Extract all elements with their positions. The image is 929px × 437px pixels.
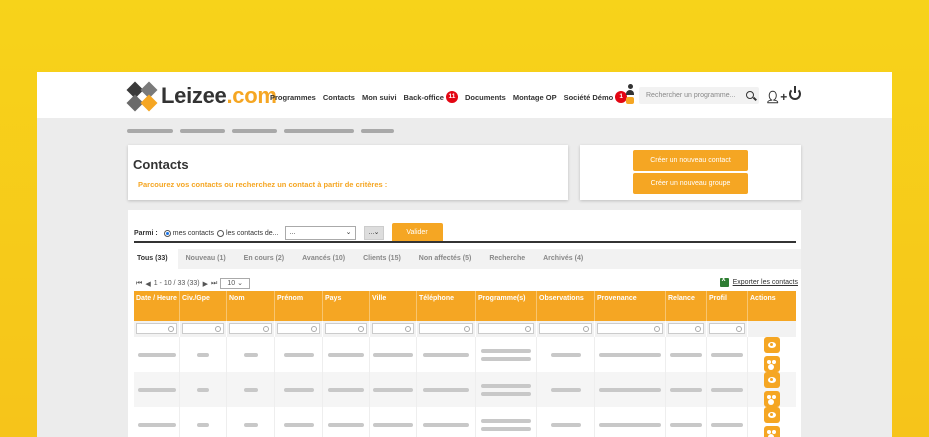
tab-clients[interactable]: Clients (15) <box>354 249 410 269</box>
filter-cell[interactable] <box>666 321 707 337</box>
filter-cell[interactable] <box>707 321 748 337</box>
chevron-down-icon: ⌄ <box>373 229 380 236</box>
chevron-down-icon: ⌄ <box>345 229 352 236</box>
col-date[interactable]: Date / Heure <box>134 291 180 321</box>
col-telephone[interactable]: Téléphone <box>417 291 476 321</box>
filter-label: Parmi : <box>134 229 158 237</box>
nav-contacts[interactable]: Contacts <box>323 93 355 102</box>
logo[interactable]: Leizee.com <box>126 81 277 112</box>
tab-tous[interactable]: Tous (33) <box>128 249 177 269</box>
col-civ[interactable]: Civ./Gpe <box>180 291 227 321</box>
tab-non-affectes[interactable]: Non affectés (5) <box>410 249 481 269</box>
export-link[interactable]: Exporter les contacts <box>719 276 798 287</box>
status-tabs: Tous (33) Nouveau (1) En cours (2) Avanc… <box>128 249 801 269</box>
top-navigation-bar: Leizee.com Programmes Contacts Mon suivi… <box>37 72 892 118</box>
divider <box>134 241 796 243</box>
col-provenance[interactable]: Provenance <box>595 291 666 321</box>
prev-page-icon[interactable]: ◀ <box>145 280 150 288</box>
search-icon[interactable] <box>746 91 754 99</box>
table-row[interactable] <box>134 372 796 407</box>
filter-cell[interactable] <box>370 321 417 337</box>
back-office-badge: 11 <box>445 91 458 103</box>
new-group-button[interactable]: Créer un nouveau groupe <box>633 173 748 194</box>
actions-panel: Créer un nouveau contact Créer un nouvea… <box>580 145 801 200</box>
col-actions: Actions <box>750 295 776 302</box>
radio-mine-icon[interactable] <box>163 229 171 237</box>
table-body <box>134 337 796 437</box>
main-nav: Programmes Contacts Mon suivi Back-offic… <box>270 91 628 103</box>
user-select[interactable]: ... ⌄ <box>284 226 356 240</box>
filter-bar: Parmi : mes contacts les contacts de... … <box>134 223 443 243</box>
col-relance[interactable]: Relance <box>666 291 707 321</box>
search-input[interactable]: Rechercher un programme... <box>639 87 759 104</box>
nav-mon-suivi[interactable]: Mon suivi <box>362 93 397 102</box>
filter-cell[interactable] <box>595 321 666 337</box>
col-prenom[interactable]: Prénom <box>275 291 323 321</box>
contacts-panel: Parmi : mes contacts les contacts de... … <box>128 210 801 437</box>
col-observations[interactable]: Observations <box>537 291 595 321</box>
nav-programmes[interactable]: Programmes <box>270 93 316 102</box>
filter-cell[interactable] <box>134 321 180 337</box>
filter-cell[interactable] <box>227 321 275 337</box>
radio-others[interactable]: les contacts de... <box>216 229 279 237</box>
filter-cell[interactable] <box>180 321 227 337</box>
pagination: ⏮︎ ◀ 1 - 10 / 33 (33) ▶ ⏭︎ 10 ⌄ <box>136 278 250 289</box>
filter-cell[interactable] <box>417 321 476 337</box>
search-placeholder: Rechercher un programme... <box>646 92 736 99</box>
radio-mine[interactable]: mes contacts <box>163 229 214 237</box>
power-icon[interactable] <box>789 86 801 100</box>
logo-text: Leizee.com <box>161 83 277 108</box>
nav-documents[interactable]: Documents <box>465 93 506 102</box>
submit-button[interactable]: Valider <box>391 223 443 243</box>
last-page-icon[interactable]: ⏭︎ <box>211 280 217 288</box>
view-icon[interactable] <box>764 407 780 423</box>
table-filter-row <box>134 321 796 337</box>
group-icon[interactable] <box>764 356 780 372</box>
table-row[interactable] <box>134 337 796 372</box>
nav-montage-op[interactable]: Montage OP <box>513 93 557 102</box>
page-subtitle: Parcourez vos contacts ou recherchez un … <box>138 180 388 189</box>
radio-others-icon[interactable] <box>216 229 224 237</box>
col-ville[interactable]: Ville <box>370 291 417 321</box>
filter-cell[interactable] <box>275 321 323 337</box>
add-user-icon[interactable]: 👤︎+ <box>765 90 787 104</box>
group-icon[interactable] <box>764 391 780 407</box>
group-icon[interactable] <box>764 426 780 437</box>
col-profil[interactable]: Profil <box>707 291 748 321</box>
table-header: Date / Heure Civ./Gpe Nom Prénom Pays Vi… <box>134 291 796 321</box>
per-page-select[interactable]: 10 ⌄ <box>220 278 250 289</box>
second-select[interactable]: ... ⌄ <box>363 226 384 240</box>
nav-societe-demo[interactable]: Société Démo 1 <box>564 91 628 103</box>
page-title: Contacts <box>133 157 189 172</box>
app-window: Leizee.com Programmes Contacts Mon suivi… <box>37 72 892 437</box>
tab-recherche[interactable]: Recherche <box>480 249 534 269</box>
filter-cell[interactable] <box>323 321 370 337</box>
table-row[interactable] <box>134 407 796 437</box>
filter-cell[interactable] <box>476 321 537 337</box>
first-page-icon[interactable]: ⏮︎ <box>136 280 142 288</box>
tab-avances[interactable]: Avancés (10) <box>293 249 354 269</box>
view-icon[interactable] <box>764 372 780 388</box>
col-programmes[interactable]: Programme(s) <box>476 291 537 321</box>
col-pays[interactable]: Pays <box>323 291 370 321</box>
excel-icon <box>719 276 729 287</box>
new-contact-button[interactable]: Créer un nouveau contact <box>633 150 748 171</box>
tab-nouveau[interactable]: Nouveau (1) <box>177 249 235 269</box>
logo-mark-icon <box>126 81 158 112</box>
tab-archives[interactable]: Archivés (4) <box>534 249 592 269</box>
page-range: 1 - 10 / 33 (33) <box>153 280 200 287</box>
page-header-panel: Contacts Parcourez vos contacts ou reche… <box>128 145 568 200</box>
filter-cell[interactable] <box>537 321 595 337</box>
tab-en-cours[interactable]: En cours (2) <box>235 249 293 269</box>
view-icon[interactable] <box>764 337 780 353</box>
col-nom[interactable]: Nom <box>227 291 275 321</box>
nav-back-office[interactable]: Back-office 11 <box>404 91 458 103</box>
user-icon[interactable] <box>625 84 635 106</box>
next-page-icon[interactable]: ▶ <box>203 280 208 288</box>
breadcrumb-placeholder <box>127 129 394 133</box>
